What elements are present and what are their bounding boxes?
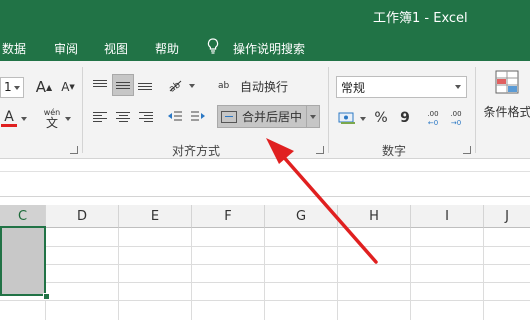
chevron-down-icon bbox=[14, 86, 20, 90]
grid-line bbox=[0, 300, 530, 301]
column-header-h[interactable]: H bbox=[338, 205, 411, 228]
chevron-down-icon[interactable] bbox=[360, 117, 366, 121]
formula-bar[interactable] bbox=[0, 171, 530, 197]
increase-decimal-button[interactable]: .00 ←0 bbox=[423, 107, 443, 131]
chevron-down-icon[interactable] bbox=[65, 117, 71, 121]
conditional-format-button[interactable]: 条件格式 bbox=[484, 69, 530, 129]
accounting-format-icon[interactable] bbox=[336, 108, 358, 128]
tab-review[interactable]: 审阅 bbox=[54, 40, 78, 57]
ribbon: 1 A ▲ A ▼ A wén 文 ab 自动换行 合并后居中 对齐方式 常规 … bbox=[0, 61, 530, 159]
increase-font-button[interactable]: A ▲ bbox=[33, 77, 55, 97]
number-format-dropdown[interactable]: 常规 bbox=[336, 76, 467, 98]
fill-handle[interactable] bbox=[43, 293, 50, 300]
phonetic-guide-button[interactable]: wén 文 bbox=[42, 105, 62, 131]
grid-line bbox=[0, 264, 530, 265]
alignment-dialog-launcher[interactable] bbox=[316, 146, 324, 154]
group-separator bbox=[475, 67, 476, 153]
group-separator bbox=[82, 67, 83, 153]
number-dialog-launcher[interactable] bbox=[463, 146, 471, 154]
selected-cell-range[interactable] bbox=[0, 226, 46, 296]
chevron-down-icon[interactable] bbox=[21, 117, 27, 121]
grid-line bbox=[337, 228, 338, 320]
column-header-i[interactable]: I bbox=[411, 205, 484, 228]
ribbon-tab-bar: 数据 审阅 视图 帮助 操作说明搜索 bbox=[0, 33, 530, 61]
group-separator bbox=[328, 67, 329, 153]
column-header-g[interactable]: G bbox=[265, 205, 338, 228]
font-color-swatch bbox=[1, 123, 17, 127]
column-header-j[interactable]: J bbox=[484, 205, 530, 228]
comma-style-button[interactable]: 9 bbox=[397, 108, 413, 128]
align-right-button[interactable] bbox=[136, 107, 156, 127]
title-bar: 工作簿1 - Excel bbox=[0, 0, 530, 33]
conditional-format-icon bbox=[495, 70, 518, 94]
grid-line bbox=[410, 228, 411, 320]
percent-style-button[interactable]: % bbox=[373, 108, 389, 128]
column-header-d[interactable]: D bbox=[46, 205, 119, 228]
column-header-e[interactable]: E bbox=[119, 205, 192, 228]
number-group-label: 数字 bbox=[382, 144, 407, 158]
grid-line bbox=[483, 228, 484, 320]
grid-line bbox=[118, 228, 119, 320]
font-color-button[interactable]: A bbox=[0, 107, 18, 129]
font-size-dropdown[interactable]: 1 bbox=[0, 77, 24, 98]
grid-line bbox=[0, 282, 530, 283]
cell-grid[interactable] bbox=[0, 228, 530, 320]
alignment-group-label: 对齐方式 bbox=[172, 144, 221, 158]
merge-cells-icon bbox=[221, 110, 237, 123]
chevron-down-icon bbox=[455, 85, 461, 89]
grid-line bbox=[0, 246, 530, 247]
decrease-indent-icon[interactable] bbox=[165, 107, 185, 127]
column-header-f[interactable]: F bbox=[192, 205, 265, 228]
middle-align-button[interactable] bbox=[112, 74, 134, 96]
window-title: 工作簿1 - Excel bbox=[373, 11, 468, 26]
decrease-decimal-button[interactable]: .00 →0 bbox=[446, 107, 466, 131]
chevron-down-icon[interactable] bbox=[310, 115, 316, 119]
increase-indent-icon[interactable] bbox=[188, 107, 208, 127]
tell-me-search[interactable]: 操作说明搜索 bbox=[233, 40, 305, 57]
bottom-align-button[interactable] bbox=[135, 75, 155, 95]
grid-line bbox=[264, 228, 265, 320]
tab-help[interactable]: 帮助 bbox=[155, 40, 179, 57]
align-left-button[interactable] bbox=[90, 107, 110, 127]
tab-view[interactable]: 视图 bbox=[104, 40, 128, 57]
lightbulb-icon bbox=[207, 38, 219, 57]
font-dialog-launcher[interactable] bbox=[70, 146, 78, 154]
top-align-button[interactable] bbox=[90, 75, 110, 95]
chevron-down-icon[interactable] bbox=[189, 84, 195, 88]
tab-data[interactable]: 数据 bbox=[2, 40, 26, 57]
merge-center-button[interactable]: 合并后居中 bbox=[217, 105, 320, 128]
align-center-button[interactable] bbox=[113, 107, 133, 127]
orientation-icon[interactable]: ab bbox=[165, 75, 185, 95]
decrease-font-button[interactable]: A ▼ bbox=[58, 77, 78, 97]
wrap-text-button[interactable]: ab 自动换行 bbox=[218, 75, 292, 97]
grid-line bbox=[191, 228, 192, 320]
wrap-text-icon: ab bbox=[218, 80, 230, 91]
